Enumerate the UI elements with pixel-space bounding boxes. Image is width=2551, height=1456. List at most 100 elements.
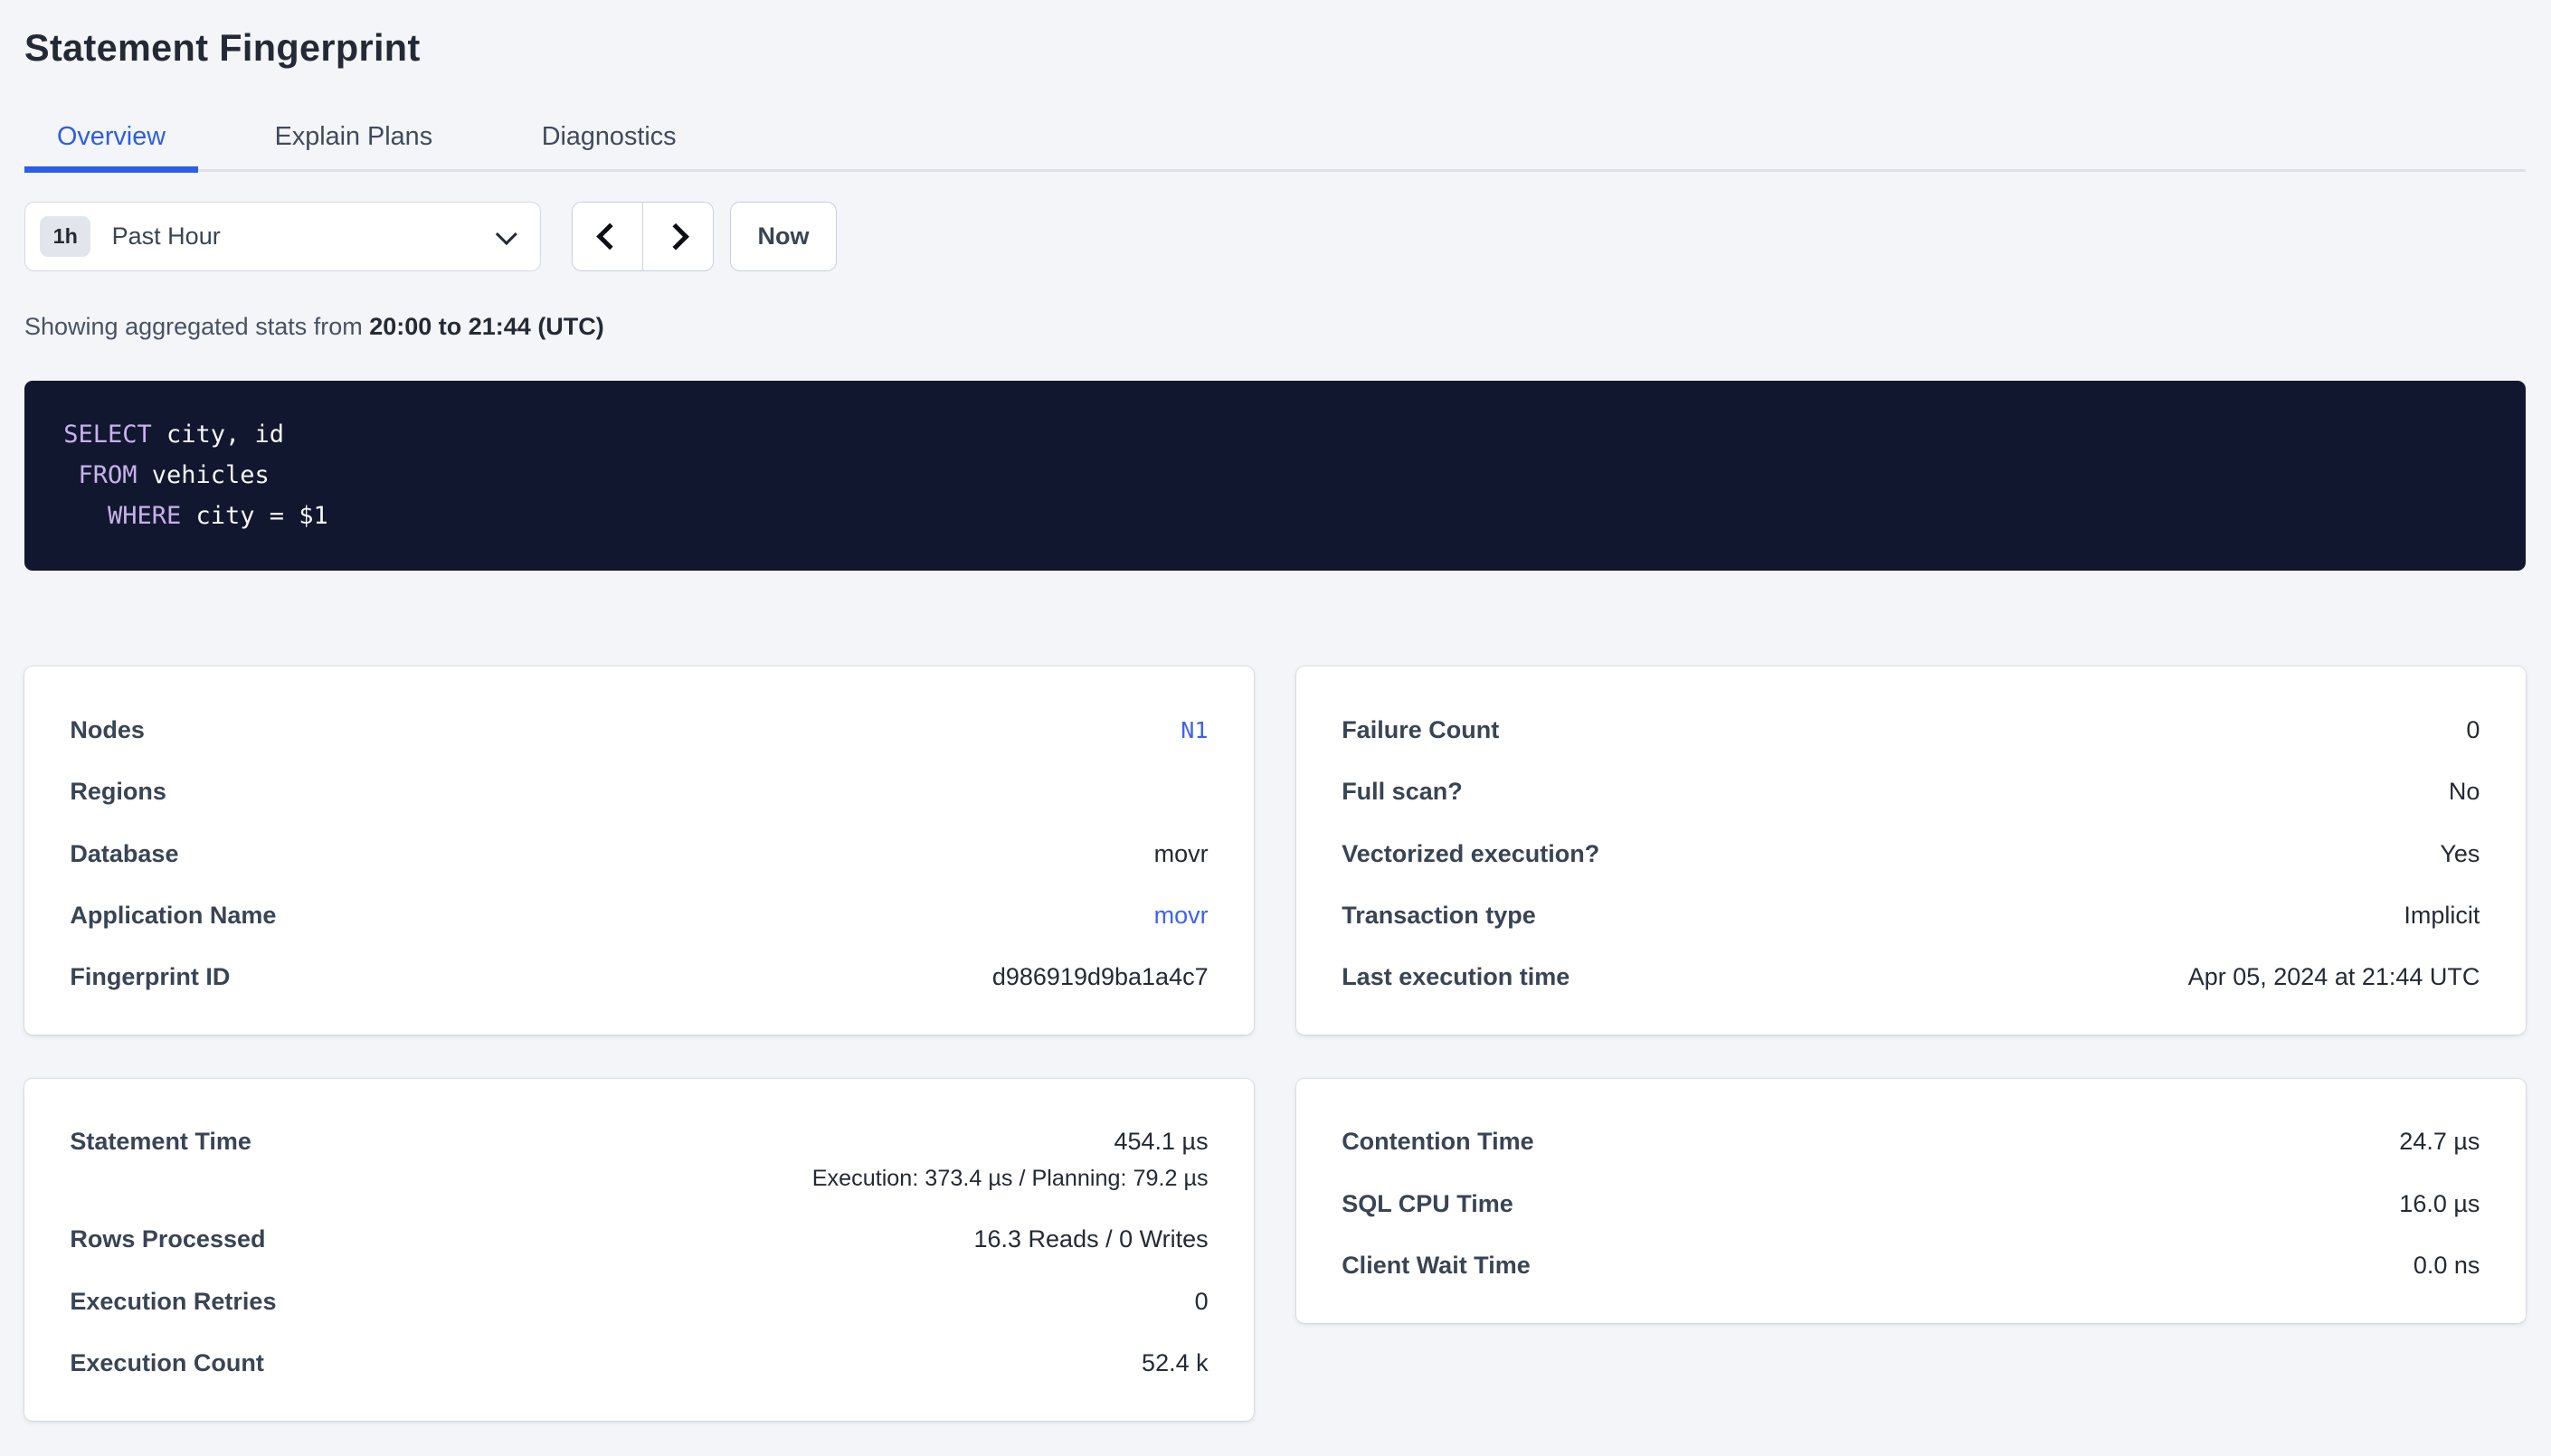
row-value-link[interactable]: movr	[1154, 902, 1209, 929]
row-value-wrap: 0	[2466, 711, 2480, 750]
time-range-label: Past Hour	[112, 222, 221, 251]
row-label: Client Wait Time	[1342, 1246, 1531, 1285]
row-label: Contention Time	[1342, 1122, 1534, 1161]
row-value: 454.1 µs	[1114, 1128, 1208, 1155]
sql-keyword: SELECT	[63, 421, 152, 449]
table-row: Statement Time 454.1 µs Execution: 373.4 µ…	[70, 1122, 1208, 1197]
row-value-wrap: 16.0 µs	[2399, 1185, 2480, 1224]
table-row: Full scan? No	[1342, 772, 2480, 811]
row-value: 24.7 µs	[2399, 1128, 2480, 1155]
sql-text: vehicles	[137, 461, 269, 489]
row-value-wrap: N1	[1181, 711, 1208, 750]
table-row: Failure Count 0	[1342, 711, 2480, 750]
row-value-wrap: d986919d9ba1a4c7	[992, 958, 1209, 997]
row-label: SQL CPU Time	[1342, 1185, 1513, 1224]
previous-range-button[interactable]	[573, 203, 642, 270]
table-row: Vectorized execution? Yes	[1342, 835, 2480, 874]
sql-line: SELECT city, id	[63, 414, 2486, 455]
cards-grid: NodesN1RegionsDatabasemovrApplication Na…	[24, 667, 2526, 1420]
caption-range: 20:00 to 21:44 (UTC)	[369, 313, 604, 340]
row-label: Rows Processed	[70, 1220, 265, 1259]
aggregated-stats-caption: Showing aggregated stats from 20:00 to 2…	[24, 310, 2526, 345]
tab-overview[interactable]: Overview	[24, 120, 198, 173]
details-card-left: NodesN1RegionsDatabasemovrApplication Na…	[24, 667, 1254, 1035]
sql-text: city = $1	[181, 502, 328, 530]
row-value-link[interactable]: N1	[1181, 717, 1208, 743]
chevron-down-icon	[496, 222, 518, 245]
row-value-wrap: 24.7 µs	[2399, 1122, 2480, 1161]
row-value: 0	[1195, 1288, 1209, 1315]
sql-text	[63, 502, 108, 530]
row-value: 16.3 Reads / 0 Writes	[973, 1225, 1208, 1253]
sql-statement-box: SELECT city, id FROM vehicles WHERE city…	[24, 381, 2526, 572]
row-value-wrap: 0.0 ns	[2413, 1246, 2480, 1285]
row-label: Fingerprint ID	[70, 958, 230, 997]
table-row: Last execution time Apr 05, 2024 at 21:44…	[1342, 958, 2480, 997]
sql-text: city, id	[152, 421, 284, 449]
time-toolbar: 1h Past Hour Now	[24, 202, 2526, 271]
details-card-right: Failure Count 0 Full scan? No Vectorized exe…	[1296, 667, 2526, 1035]
time-range-badge: 1h	[40, 216, 90, 257]
row-label: Failure Count	[1342, 711, 1499, 750]
row-value-wrap: 0	[1195, 1282, 1209, 1321]
row-label: Execution Retries	[70, 1282, 276, 1321]
sql-text	[63, 461, 78, 489]
row-value-wrap: No	[2449, 772, 2480, 811]
row-label: Nodes	[70, 711, 145, 750]
table-row: Database movr	[70, 835, 1208, 874]
tab-explain-plans[interactable]: Explain Plans	[242, 120, 465, 173]
row-value-wrap: 16.3 Reads / 0 Writes	[973, 1220, 1208, 1259]
row-label: Full scan?	[1342, 772, 1463, 811]
row-label: Database	[70, 835, 178, 874]
row-value: 0.0 ns	[2413, 1252, 2480, 1279]
table-row: Nodes N1	[70, 711, 1208, 750]
row-value: No	[2449, 778, 2480, 805]
table-row: Rows Processed 16.3 Reads / 0 Writes	[70, 1220, 1208, 1259]
row-value: movr	[1154, 840, 1209, 867]
row-value: 16.0 µs	[2399, 1190, 2480, 1217]
row-value: d986919d9ba1a4c7	[992, 963, 1209, 990]
row-value: 0	[2466, 716, 2480, 743]
time-range-select[interactable]: 1h Past Hour	[24, 202, 541, 271]
sql-keyword: WHERE	[108, 502, 181, 530]
row-label: Application Name	[70, 896, 276, 935]
sql-line: WHERE city = $1	[63, 496, 2486, 536]
row-value-wrap: Implicit	[2404, 896, 2480, 935]
table-row: SQL CPU Time 16.0 µs	[1342, 1185, 2480, 1224]
stats-card-right: Contention Time 24.7 µs SQL CPU Time 16.0 µ…	[1296, 1079, 2526, 1323]
chevron-left-icon	[596, 222, 623, 250]
row-value: 52.4 k	[1142, 1349, 1209, 1376]
table-row: Execution Retries 0	[70, 1282, 1208, 1321]
table-row: Fingerprint ID d986919d9ba1a4c7	[70, 958, 1208, 997]
stats-card-left: Statement Time 454.1 µs Execution: 373.4 µ…	[24, 1079, 1254, 1421]
row-label: Statement Time	[70, 1122, 251, 1161]
row-label: Vectorized execution?	[1342, 835, 1599, 874]
table-row: Regions	[70, 772, 1208, 811]
row-label: Regions	[70, 772, 166, 811]
page-title: Statement Fingerprint	[24, 23, 2526, 75]
chevron-right-icon	[662, 222, 689, 250]
row-label: Last execution time	[1342, 958, 1569, 997]
row-value: Apr 05, 2024 at 21:44 UTC	[2188, 963, 2480, 990]
caption-prefix: Showing aggregated stats from	[24, 313, 369, 340]
now-button[interactable]: Now	[730, 202, 838, 271]
row-value-wrap: Yes	[2440, 835, 2480, 874]
table-row: Contention Time 24.7 µs	[1342, 1122, 2480, 1161]
next-range-button[interactable]	[642, 203, 712, 270]
sql-keyword: FROM	[78, 461, 137, 489]
row-value-wrap: Apr 05, 2024 at 21:44 UTC	[2188, 958, 2480, 997]
row-label: Execution Count	[70, 1344, 264, 1383]
table-row: Client Wait Time 0.0 ns	[1342, 1246, 2480, 1285]
row-value-wrap: 454.1 µs Execution: 373.4 µs / Planning: …	[812, 1122, 1209, 1197]
tab-bar: Overview Explain Plans Diagnostics	[24, 120, 2526, 172]
table-row: Application Name movr	[70, 896, 1208, 935]
row-sub-value: Execution: 373.4 µs / Planning: 79.2 µs	[812, 1161, 1209, 1197]
time-nav-button-group	[572, 202, 714, 271]
row-label: Transaction type	[1342, 896, 1536, 935]
table-row: Execution Count 52.4 k	[70, 1344, 1208, 1383]
row-value-wrap: 52.4 k	[1142, 1344, 1209, 1383]
sql-line: FROM vehicles	[63, 455, 2486, 496]
row-value: Yes	[2440, 840, 2480, 867]
tab-diagnostics[interactable]: Diagnostics	[509, 120, 709, 173]
table-row: Transaction type Implicit	[1342, 896, 2480, 935]
